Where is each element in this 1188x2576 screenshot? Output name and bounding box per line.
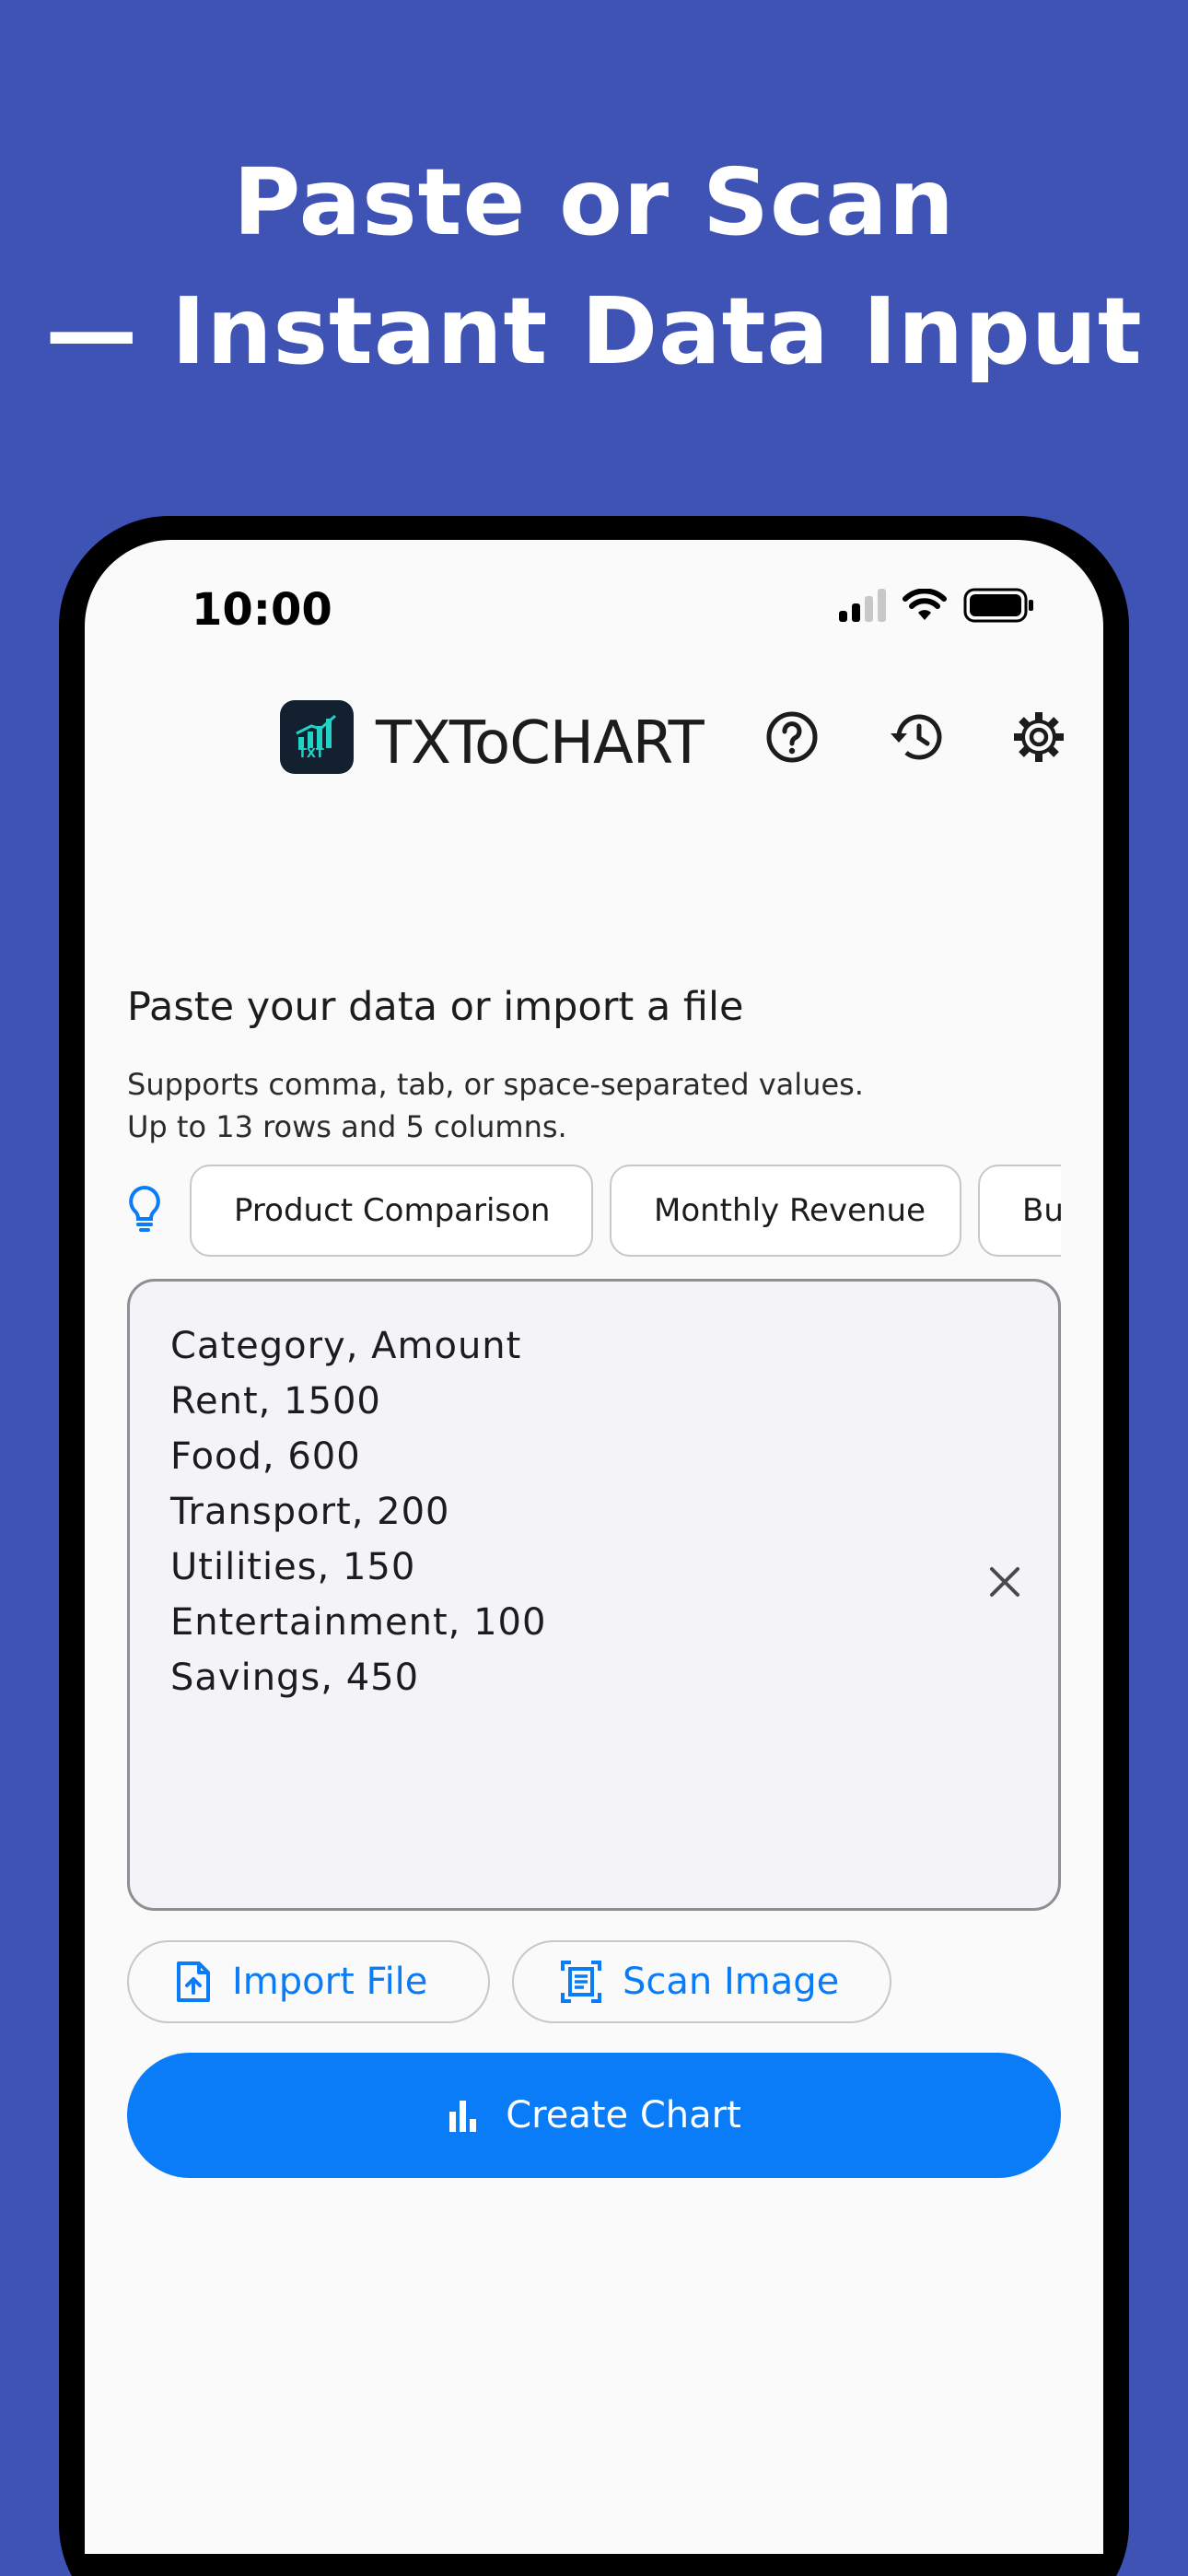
settings-button[interactable] [1006, 704, 1072, 770]
headline-line-2: — Instant Data Input [45, 277, 1143, 385]
document-scanner-icon [561, 1961, 601, 2003]
create-chart-button[interactable]: Create Chart [127, 2053, 1061, 2178]
app-title: TXToCHART [376, 709, 705, 778]
close-icon [990, 1567, 1019, 1597]
lightbulb-icon [129, 1185, 160, 1232]
app-screen: 10:00 TXT TXToCHART Paste your data or i… [85, 540, 1103, 2554]
history-button[interactable] [882, 704, 949, 770]
cellular-signal-icon [839, 589, 886, 622]
input-help-text: Supports comma, tab, or space-separated … [127, 1063, 864, 1148]
headline-line-1: Paste or Scan [233, 148, 955, 256]
template-chip-product-comparison[interactable]: Product Comparison [190, 1165, 593, 1257]
clear-input-button[interactable] [977, 1554, 1032, 1610]
support-line-1: Supports comma, tab, or space-separated … [127, 1067, 864, 1102]
data-line: Entertainment, 100 [170, 1601, 547, 1644]
input-section-title: Paste your data or import a file [127, 984, 744, 1030]
data-line: Food, 600 [170, 1435, 361, 1478]
logo-text: TXT [298, 747, 324, 761]
data-line: Category, Amount [170, 1325, 522, 1367]
data-input-text: Category, Amount Rent, 1500 Food, 600 Tr… [170, 1318, 546, 1705]
template-chips: Product Comparison Monthly Revenue Bu [85, 1165, 1061, 1259]
marketing-headline: Paste or Scan — Instant Data Input [0, 138, 1188, 396]
bar-chart-icon [449, 2101, 477, 2132]
status-time: 10:00 [192, 584, 332, 636]
app-logo: TXT [280, 700, 354, 774]
history-icon [891, 714, 942, 760]
import-file-button[interactable]: Import File [127, 1940, 490, 2023]
template-chip-budget[interactable]: Bu [978, 1165, 1061, 1257]
data-input-textarea[interactable]: Category, Amount Rent, 1500 Food, 600 Tr… [127, 1279, 1061, 1911]
data-line: Utilities, 150 [170, 1546, 416, 1588]
settings-icon [1014, 712, 1064, 762]
help-icon [766, 711, 818, 763]
data-line: Rent, 1500 [170, 1380, 381, 1423]
support-line-2: Up to 13 rows and 5 columns. [127, 1109, 567, 1144]
file-upload-icon [177, 1961, 210, 2002]
data-line: Savings, 450 [170, 1657, 420, 1699]
import-file-label: Import File [232, 1961, 428, 2003]
wifi-icon [903, 589, 947, 620]
data-line: Transport, 200 [170, 1491, 450, 1533]
scan-image-label: Scan Image [623, 1961, 840, 2003]
scan-image-button[interactable]: Scan Image [512, 1940, 891, 2023]
battery-icon [963, 588, 1033, 623]
template-chip-monthly-revenue[interactable]: Monthly Revenue [610, 1165, 961, 1257]
help-button[interactable] [759, 704, 825, 770]
status-icons [839, 588, 1035, 623]
create-chart-label: Create Chart [506, 2094, 741, 2137]
